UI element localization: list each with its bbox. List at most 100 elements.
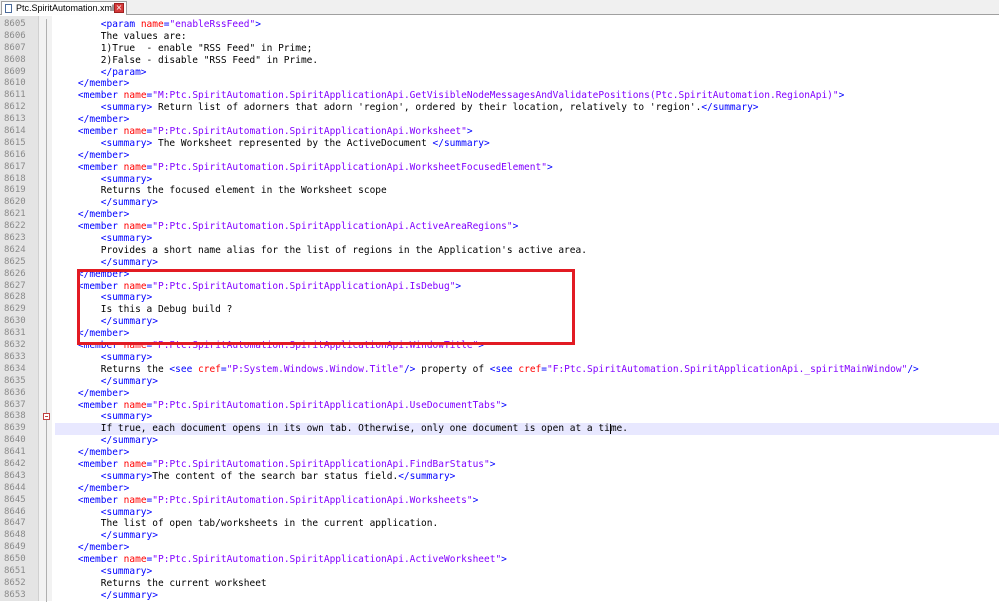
code-line[interactable]: 8650 <member name="P:Ptc.SpiritAutomatio…: [0, 554, 999, 566]
code-line[interactable]: 8619 Returns the focused element in the …: [0, 185, 999, 198]
code-text: If true, each document opens in its own …: [55, 423, 628, 435]
xml-tag: <member: [77, 90, 124, 102]
code-line[interactable]: 8648 </summary>: [0, 530, 999, 543]
code-line[interactable]: 8621 </member>: [0, 209, 999, 222]
code-text: <member name="P:Ptc.SpiritAutomation.Spi…: [55, 458, 496, 471]
xml-tag: </summary>: [100, 316, 158, 328]
code-line[interactable]: 8620 </summary>: [0, 197, 999, 210]
tab-document[interactable]: Ptc.SpiritAutomation.xml ×: [1, 1, 127, 15]
code-line[interactable]: 8616 </member>: [0, 149, 999, 162]
xml-attr-name: cref: [198, 363, 221, 375]
code-line[interactable]: 8631 </member>: [0, 328, 999, 341]
code-line[interactable]: 8628 <summary>: [0, 292, 999, 305]
code-line[interactable]: 8639 If true, each document opens in its…: [0, 423, 999, 436]
xml-attr-value: "M:Ptc.SpiritAutomation.SpiritApplicatio…: [152, 90, 839, 102]
xml-tag: <member: [77, 126, 124, 138]
line-number: 8627: [4, 280, 26, 291]
code-line[interactable]: 8647 The list of open tab/worksheets in …: [0, 518, 999, 531]
code-text: <member name="P:Ptc.SpiritAutomation.Spi…: [55, 126, 473, 138]
fold-toggle-icon[interactable]: [42, 411, 51, 424]
code-line[interactable]: 8633 <summary>: [0, 351, 999, 364]
xml-tag: >: [512, 221, 519, 233]
code-line[interactable]: 8626 </member>: [0, 268, 999, 281]
xml-tag: <member: [77, 161, 124, 173]
code-line[interactable]: 8644 </member>: [0, 482, 999, 495]
code-text: Is this a Debug build ?: [55, 304, 233, 316]
xml-tag: >: [466, 126, 473, 138]
fold-guide: [42, 137, 51, 150]
fold-guide: [42, 221, 51, 234]
code-line[interactable]: 8612 <summary> Return list of adorners t…: [0, 102, 999, 115]
code-editor[interactable]: 8605 <param name="enableRssFeed"> 8606 Th…: [0, 19, 999, 602]
code-line[interactable]: 8618 <summary>: [0, 173, 999, 186]
code-line[interactable]: 8605 <param name="enableRssFeed">: [0, 19, 999, 31]
code-line[interactable]: 8643 <summary>The content of the search …: [0, 470, 999, 483]
code-line[interactable]: 8613 </member>: [0, 114, 999, 127]
code-line[interactable]: 8606 The values are:: [0, 30, 999, 43]
line-number: 8629: [4, 304, 26, 315]
code-line[interactable]: 8641 </member>: [0, 447, 999, 459]
code-line[interactable]: 8610 </member>: [0, 78, 999, 91]
xml-tag: <summary>: [100, 565, 153, 577]
line-number: 8611: [4, 90, 26, 101]
xml-tag: >: [489, 458, 496, 470]
code-line[interactable]: 8649 </member>: [0, 542, 999, 555]
line-number: 8616: [4, 149, 26, 160]
xml-attr-value: "P:Ptc.SpiritAutomation.SpiritApplicatio…: [152, 494, 473, 506]
code-line[interactable]: 8625 </summary>: [0, 256, 999, 269]
tab-label: Ptc.SpiritAutomation.xml: [16, 3, 115, 13]
close-icon[interactable]: ×: [114, 3, 124, 13]
code-line[interactable]: 8642 <member name="P:Ptc.SpiritAutomatio…: [0, 458, 999, 471]
fold-guide: [42, 280, 51, 293]
line-number: 8643: [4, 470, 26, 481]
code-line[interactable]: 8609 </param>: [0, 66, 999, 79]
fold-guide: [42, 554, 51, 566]
code-line[interactable]: 8651 <summary>: [0, 565, 999, 578]
line-number: 8648: [4, 530, 26, 541]
xml-tag: <member: [77, 494, 124, 506]
code-line[interactable]: 8636 </member>: [0, 387, 999, 400]
xml-tag: </summary>: [432, 137, 490, 149]
code-line[interactable]: 8629 Is this a Debug build ?: [0, 304, 999, 317]
fold-guide: [42, 447, 51, 459]
code-line[interactable]: 8622 <member name="P:Ptc.SpiritAutomatio…: [0, 221, 999, 234]
code-line[interactable]: 8632 <member name="P:Ptc.SpiritAutomatio…: [0, 340, 999, 352]
code-line[interactable]: 8645 <member name="P:Ptc.SpiritAutomatio…: [0, 494, 999, 507]
code-line[interactable]: 8646 <summary>: [0, 506, 999, 519]
xml-tag: </member>: [77, 78, 130, 90]
code-line[interactable]: 8627 <member name="P:Ptc.SpiritAutomatio…: [0, 280, 999, 293]
line-number: 8612: [4, 102, 26, 113]
code-line[interactable]: 8635 </summary>: [0, 375, 999, 388]
code-text: The list of open tab/worksheets in the c…: [55, 518, 438, 530]
code-text: </summary>: [55, 530, 158, 542]
code-line[interactable]: 8640 </summary>: [0, 435, 999, 448]
code-line[interactable]: 8624 Provides a short name alias for the…: [0, 244, 999, 257]
xml-tag: <summary>: [100, 506, 153, 518]
code-text: <summary> Return list of adorners that a…: [55, 102, 759, 114]
code-line[interactable]: 8634 Returns the <see cref="P:System.Win…: [0, 363, 999, 376]
code-text: </member>: [55, 209, 129, 221]
code-line[interactable]: 8607 1)True - enable "RSS Feed" in Prime…: [0, 42, 999, 55]
code-line[interactable]: 8652 Returns the current worksheet: [0, 577, 999, 590]
code-text: Returns the <see cref="P:System.Windows.…: [55, 364, 919, 376]
xml-tag: </member>: [77, 387, 130, 399]
code-line[interactable]: 8617 <member name="P:Ptc.SpiritAutomatio…: [0, 161, 999, 174]
code-line[interactable]: 8638 <summary>: [0, 411, 999, 424]
code-line[interactable]: 8608 2)False - disable "RSS Feed" in Pri…: [0, 54, 999, 67]
code-line[interactable]: 8630 </summary>: [0, 316, 999, 329]
code-line[interactable]: 8611 <member name="M:Ptc.SpiritAutomatio…: [0, 90, 999, 103]
code-line[interactable]: 8614 <member name="P:Ptc.SpiritAutomatio…: [0, 126, 999, 138]
code-text: </member>: [55, 447, 129, 459]
code-line[interactable]: 8623 <summary>: [0, 233, 999, 245]
code-line[interactable]: 8637 <member name="P:Ptc.SpiritAutomatio…: [0, 399, 999, 412]
line-number: 8626: [4, 268, 26, 279]
code-text: The values are:: [55, 31, 187, 43]
xml-attr-value: "P:Ptc.SpiritAutomation.SpiritApplicatio…: [152, 554, 502, 566]
code-line[interactable]: 8653 </summary>: [0, 589, 999, 602]
fold-guide: [42, 102, 51, 115]
line-number: 8651: [4, 565, 26, 576]
code-text: Returns the focused element in the Works…: [55, 185, 387, 197]
fold-guide: [42, 351, 51, 364]
code-line[interactable]: 8615 <summary> The Worksheet represented…: [0, 137, 999, 150]
xml-tag: >: [455, 280, 462, 292]
